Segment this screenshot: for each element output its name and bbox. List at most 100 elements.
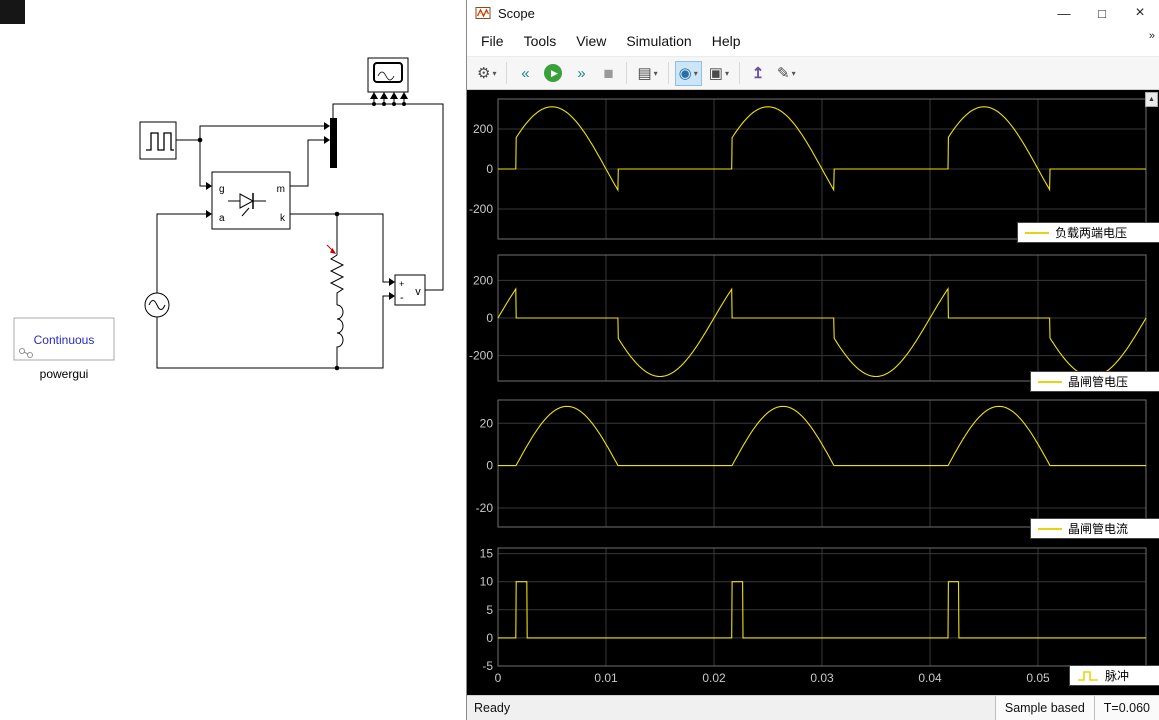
step-forward-button[interactable]: » [569, 61, 593, 86]
legend-label: 脉冲 [1105, 667, 1129, 684]
scrollbar-up-button[interactable]: ▲ [1145, 92, 1158, 107]
pulse-generator-block[interactable] [140, 122, 176, 159]
legend-thyristor-current[interactable]: 晶闸管电流 [1030, 518, 1159, 539]
model-diagram: g m a k [0, 0, 466, 720]
pen-icon: ✎ [777, 66, 790, 81]
window-title: Scope [498, 6, 535, 21]
svg-text:-200: -200 [469, 202, 493, 216]
gear-icon: ⚙ [477, 66, 490, 81]
svg-text:5: 5 [486, 603, 493, 617]
svg-text:200: 200 [473, 122, 493, 136]
simulink-model-canvas: g m a k [0, 0, 466, 720]
settings-button[interactable]: ⚙ ▾ [473, 61, 500, 86]
run-button[interactable]: ▶ [540, 61, 566, 86]
status-sim-time: T=0.060 [1094, 696, 1159, 720]
status-bar: Ready Sample based T=0.060 [467, 695, 1159, 720]
step-forward-icon: » [577, 66, 585, 81]
svg-text:0.03: 0.03 [810, 671, 834, 685]
legend-label: 晶闸管电压 [1068, 373, 1128, 390]
thyristor-block[interactable]: g m a k [212, 172, 290, 229]
run-glyph: ▶ [551, 68, 558, 79]
resistor-icon [331, 252, 343, 305]
scope-axes-2: 200-20 [476, 400, 1146, 527]
status-sample-mode: Sample based [995, 696, 1094, 720]
svg-text:-5: -5 [482, 659, 493, 673]
toolbar-separator [668, 62, 669, 84]
menu-file[interactable]: File [471, 30, 514, 52]
voltage-measurement-block[interactable]: + - v [395, 275, 425, 305]
port-label-a: a [219, 213, 225, 224]
minimize-button[interactable]: — [1045, 0, 1083, 26]
scope-app-icon [475, 5, 491, 21]
legend-thyristor-voltage[interactable]: 晶闸管电压 [1030, 371, 1159, 392]
legend-load-voltage[interactable]: 负载两端电压 [1017, 222, 1159, 243]
scope-title-bar: Scope — □ × [467, 0, 1159, 26]
toolbar-separator [506, 62, 507, 84]
menubar-overflow-icon[interactable]: » [1149, 30, 1155, 42]
stop-icon: ■ [603, 65, 613, 82]
current-arrow-icon [327, 245, 336, 254]
svg-text:-200: -200 [469, 349, 493, 363]
scope-toolbar: ⚙ ▾ « ▶ » ■ ▤ ▾ ◉ ▾ [467, 56, 1159, 90]
rlc-branch-block[interactable] [327, 245, 343, 350]
step-back-icon: « [521, 66, 529, 81]
scope-axes-3: 151050-500.010.020.030.040.05 [480, 547, 1146, 685]
scope-axes-0: 2000-200 [469, 99, 1146, 239]
dropdown-caret-icon: ▾ [725, 69, 729, 78]
ac-voltage-source-block[interactable] [145, 293, 169, 317]
raise-icon: ↥ [752, 66, 765, 81]
mux-block[interactable] [330, 118, 337, 168]
stop-button[interactable]: ■ [596, 61, 620, 86]
menu-view[interactable]: View [566, 30, 616, 52]
style-button[interactable]: ✎ ▾ [773, 61, 800, 86]
powergui-name-label: powergui [40, 367, 89, 381]
dropdown-caret-icon: ▾ [654, 69, 658, 78]
signal-selector-button[interactable]: ▤ ▾ [633, 61, 661, 86]
scroll-up-icon: ▲ [1148, 96, 1155, 103]
svg-text:10: 10 [480, 575, 494, 589]
legend-pulse[interactable]: 脉冲 [1069, 665, 1159, 686]
legend-label: 晶闸管电流 [1068, 520, 1128, 537]
legend-line-icon [1038, 528, 1062, 530]
svg-text:0.04: 0.04 [918, 671, 942, 685]
legend-label: 负载两端电压 [1055, 224, 1127, 241]
svg-text:200: 200 [473, 273, 493, 287]
svg-text:15: 15 [480, 547, 494, 561]
scope-plots: 2000-2002000-200200-20151050-500.010.020… [467, 90, 1159, 695]
signals-icon: ▤ [637, 66, 651, 81]
powergui-block[interactable]: Continuous powergui [14, 318, 114, 381]
scale-axes-button[interactable]: ▣ ▾ [705, 61, 733, 86]
port-label-g: g [219, 184, 225, 195]
close-button[interactable]: × [1121, 0, 1159, 26]
inductor-icon [337, 305, 343, 350]
status-text: Ready [474, 701, 510, 715]
fit-axes-icon: ▣ [709, 66, 723, 81]
dropdown-caret-icon: ▾ [792, 69, 796, 78]
legend-line-icon [1025, 232, 1049, 234]
svg-text:20: 20 [480, 416, 494, 430]
menu-tools[interactable]: Tools [514, 30, 567, 52]
run-icon: ▶ [544, 64, 562, 82]
trigger-button[interactable]: ◉ ▾ [675, 61, 702, 86]
window-controls: — □ × [1045, 0, 1159, 26]
scope-axes-1: 2000-200 [469, 255, 1146, 381]
port-label-m: m [277, 184, 285, 195]
menu-simulation[interactable]: Simulation [616, 30, 701, 52]
svg-text:0.05: 0.05 [1026, 671, 1050, 685]
svg-text:0.02: 0.02 [702, 671, 726, 685]
bring-forward-button[interactable]: ↥ [746, 61, 770, 86]
menu-help[interactable]: Help [702, 30, 751, 52]
powergui-mode-label: Continuous [34, 333, 95, 347]
screen: g m a k [0, 0, 1159, 720]
wire-junction-dots [198, 102, 406, 370]
dropdown-caret-icon: ▾ [694, 69, 698, 78]
toolbar-separator [626, 62, 627, 84]
scope-block[interactable] [368, 58, 408, 92]
toolbar-separator [739, 62, 740, 84]
scope-plot-area: 2000-2002000-200200-20151050-500.010.020… [467, 90, 1159, 695]
trigger-icon: ◉ [679, 66, 692, 81]
svg-text:0.01: 0.01 [594, 671, 618, 685]
maximize-button[interactable]: □ [1083, 0, 1121, 26]
step-back-button[interactable]: « [513, 61, 537, 86]
pulse-legend-icon [1077, 669, 1099, 683]
